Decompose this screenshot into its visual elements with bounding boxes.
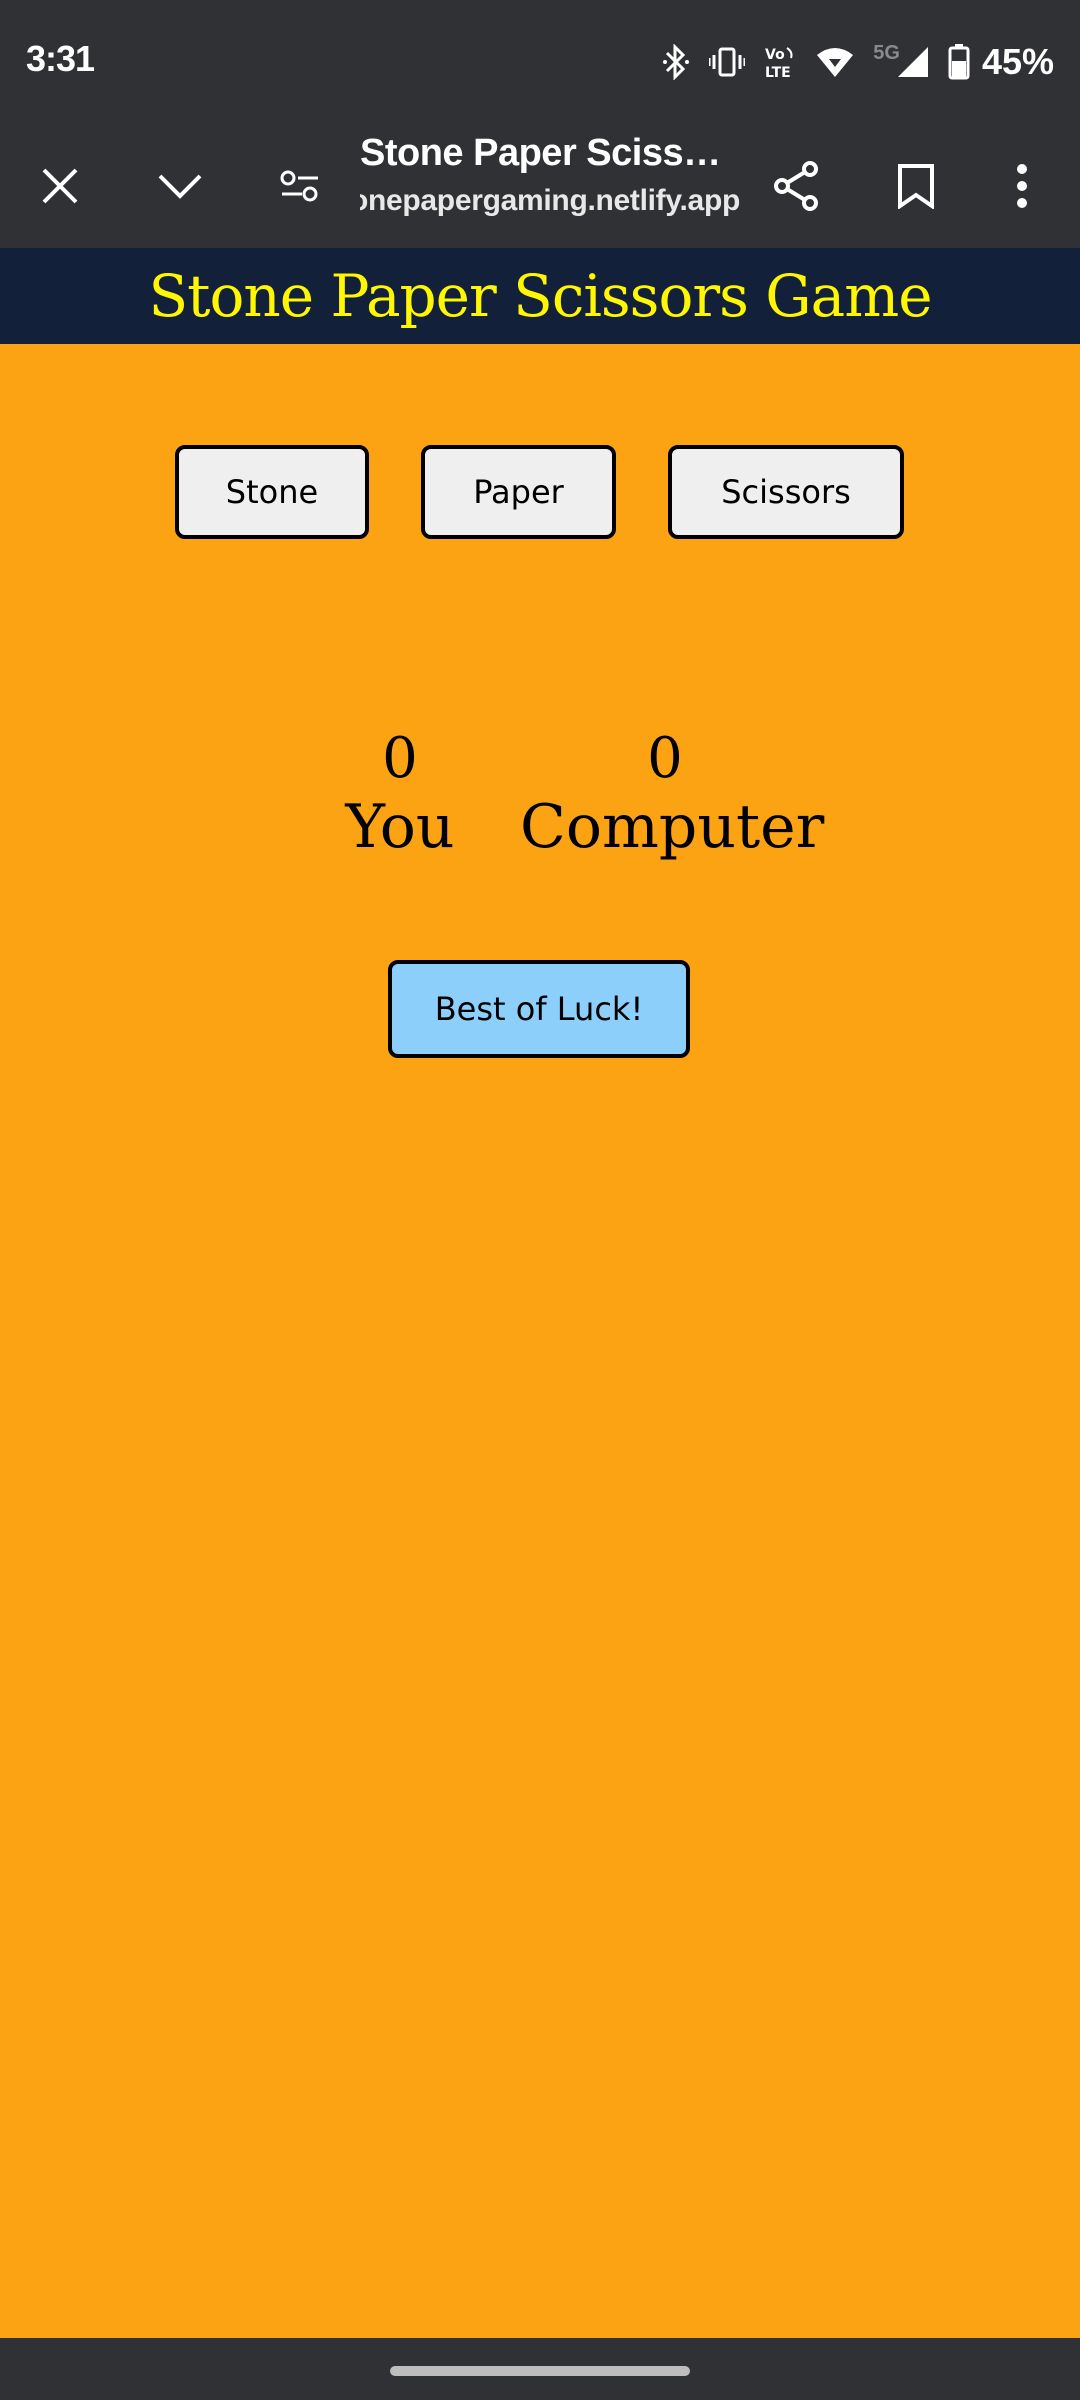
- share-icon[interactable]: [764, 154, 828, 218]
- site-settings-icon[interactable]: [268, 154, 332, 218]
- scissors-button[interactable]: Scissors: [668, 445, 904, 539]
- tab-title: Stone Paper Sciss…: [360, 132, 721, 174]
- page-header: Stone Paper Scissors Game: [0, 248, 1080, 344]
- status-time: 3:31: [26, 38, 95, 79]
- computer-score-label: Computer: [520, 792, 825, 862]
- vibrate-icon: [709, 46, 746, 78]
- home-handle[interactable]: [390, 2366, 690, 2376]
- status-bar: 3:31 Vo LTE 5G 45%: [0, 0, 1080, 124]
- bluetooth-icon: [661, 44, 691, 80]
- result-message[interactable]: Best of Luck!: [388, 960, 690, 1058]
- chevron-down-icon[interactable]: [148, 154, 212, 218]
- wifi-icon: [815, 45, 855, 79]
- battery-percent: 45%: [981, 41, 1054, 82]
- svg-text:LTE: LTE: [765, 65, 791, 80]
- url-text[interactable]: stonepapergaming.netlify.app: [360, 184, 740, 218]
- user-score: 0 You: [330, 724, 470, 860]
- browser-toolbar: Stone Paper Sciss… stonepapergaming.netl…: [0, 124, 1080, 248]
- close-icon[interactable]: [28, 154, 92, 218]
- battery-icon: [948, 44, 970, 80]
- navigation-bar: [0, 2338, 1080, 2400]
- more-vert-icon[interactable]: [990, 154, 1054, 218]
- computer-score-value: 0: [647, 726, 683, 791]
- stone-button[interactable]: Stone: [175, 445, 369, 539]
- page-title: Stone Paper Scissors Game: [148, 262, 932, 330]
- svg-text:Vo: Vo: [765, 47, 785, 63]
- paper-button[interactable]: Paper: [421, 445, 616, 539]
- bookmark-icon[interactable]: [884, 154, 948, 218]
- user-score-label: You: [345, 792, 455, 862]
- signal-icon: [896, 45, 930, 79]
- volte-icon: Vo LTE: [763, 44, 797, 80]
- user-score-value: 0: [382, 726, 418, 791]
- computer-score: 0 Computer: [520, 724, 825, 862]
- status-icons: Vo LTE 5G 45%: [661, 36, 1054, 88]
